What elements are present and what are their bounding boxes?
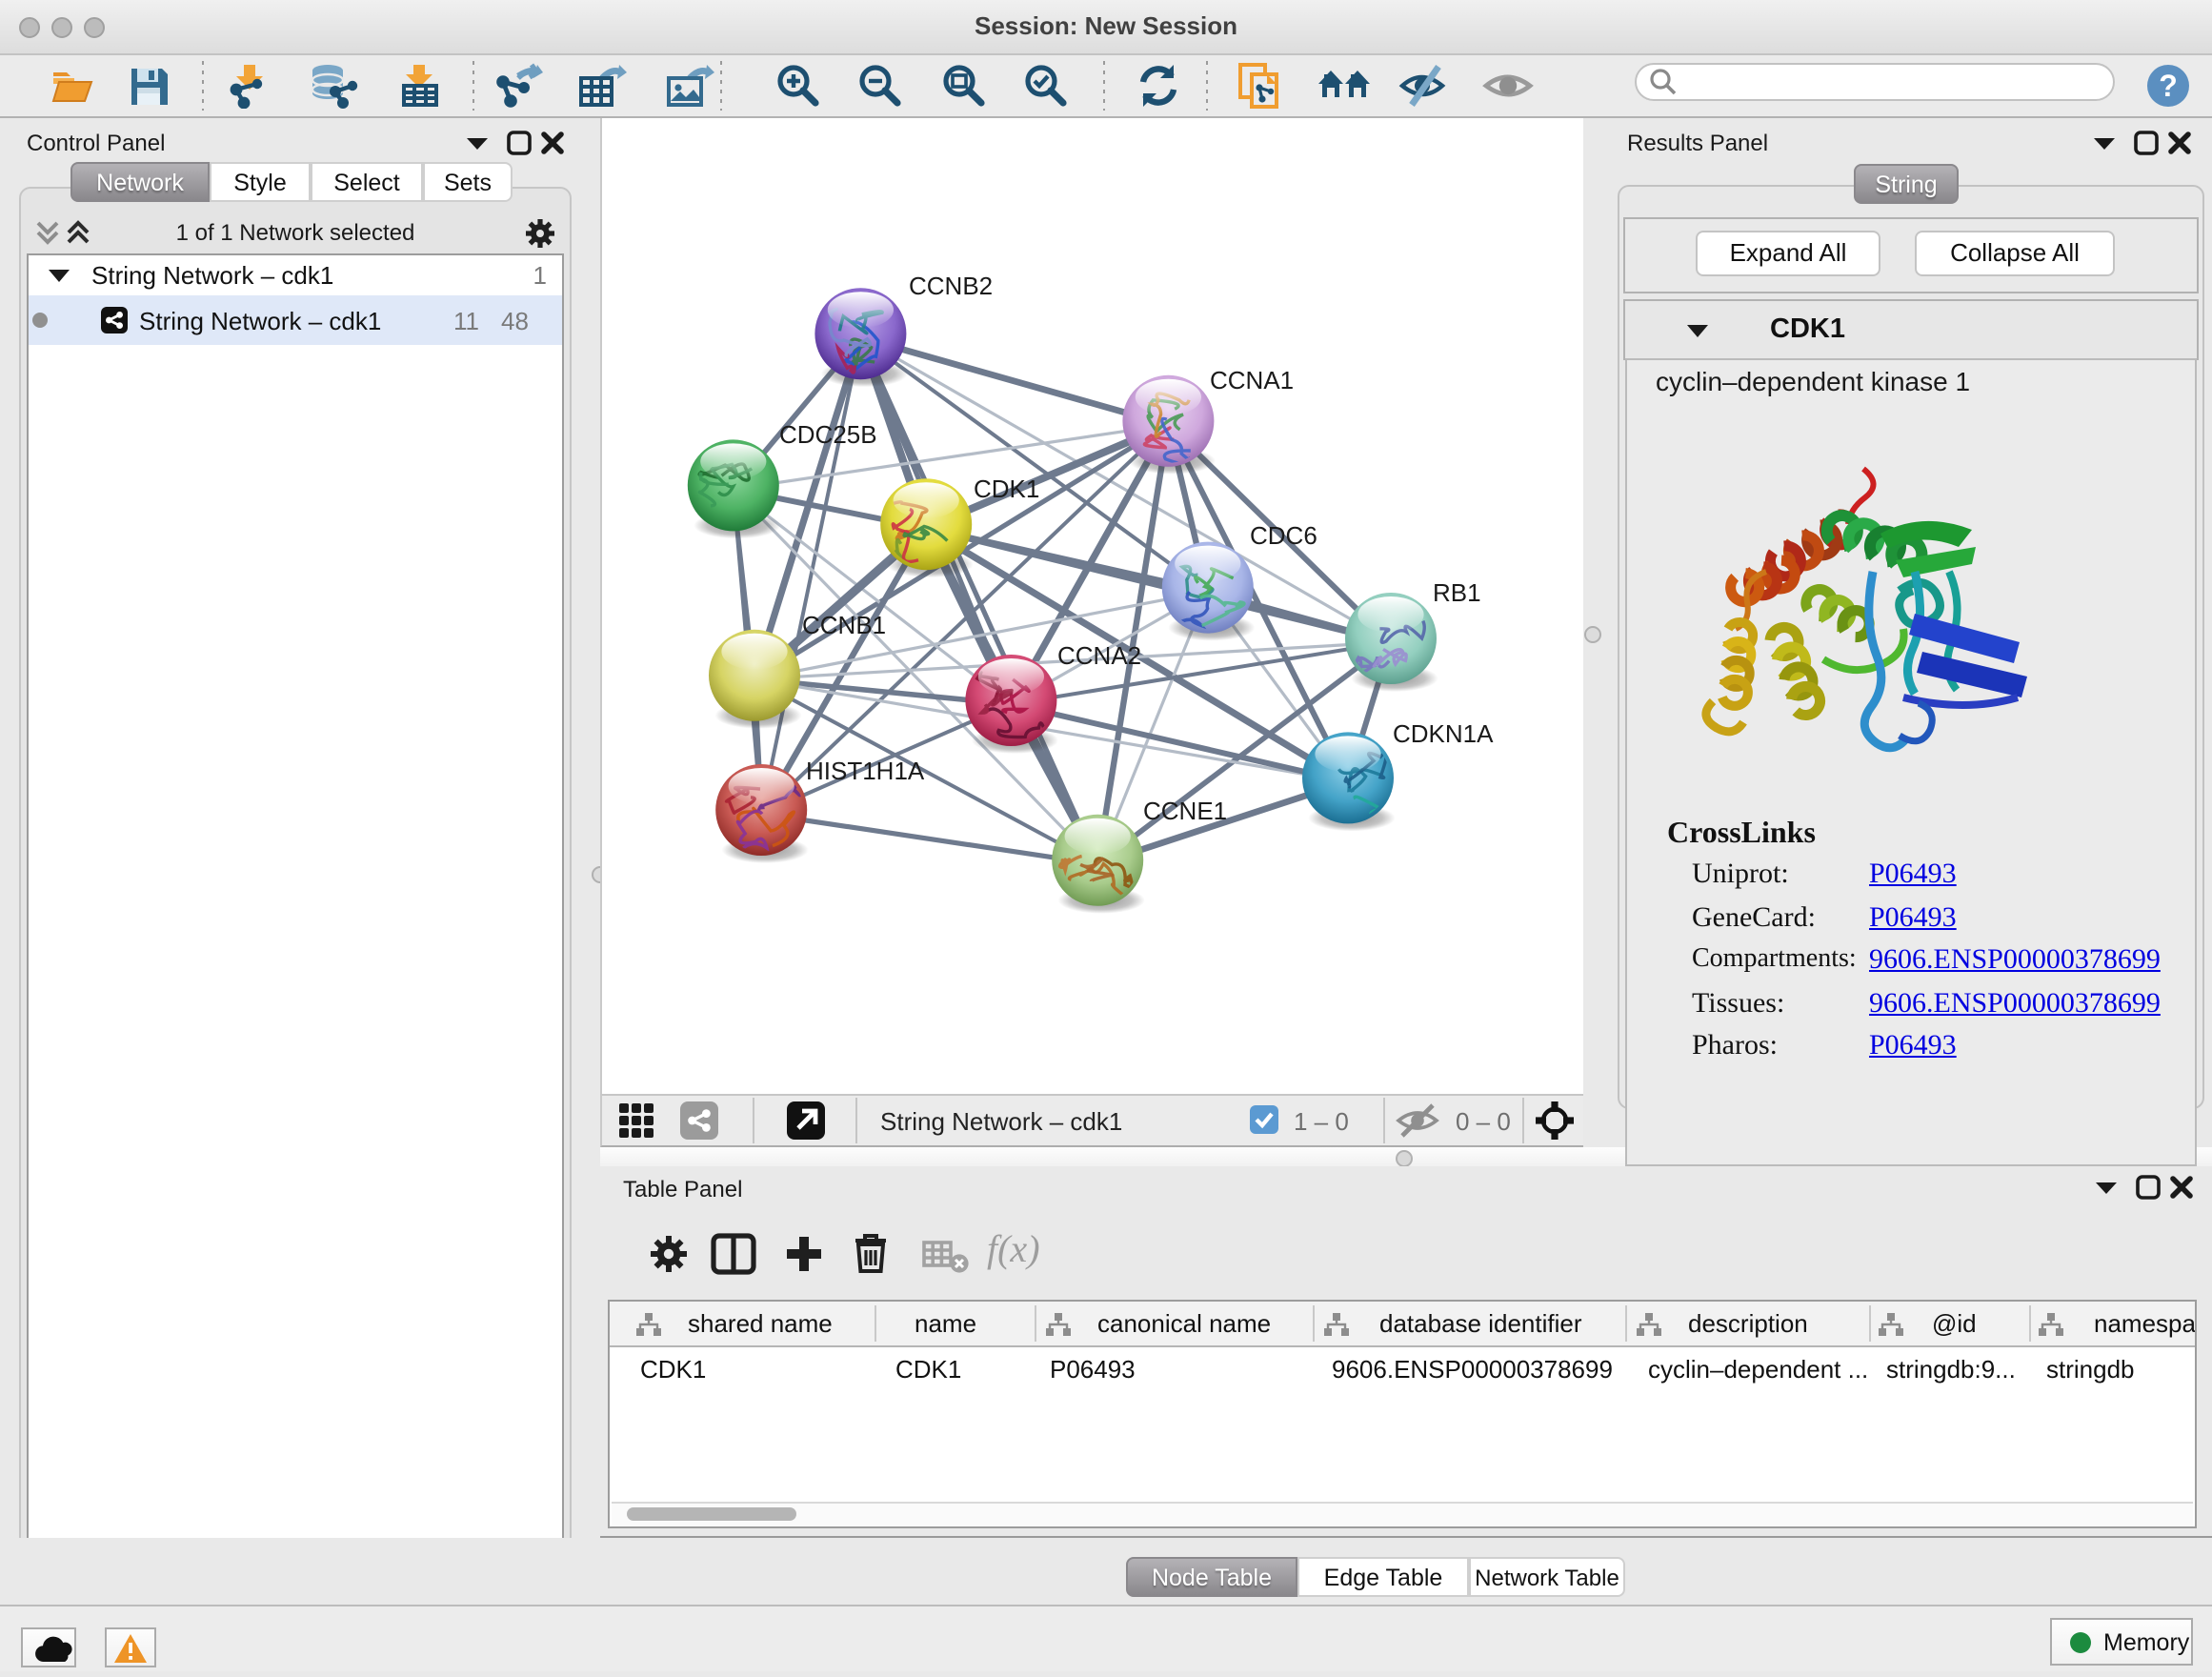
svg-text:CDC6: CDC6 [1250, 521, 1317, 550]
svg-text:CCNA1: CCNA1 [1210, 366, 1294, 394]
svg-text:RB1: RB1 [1433, 578, 1481, 607]
svg-text:CCNE1: CCNE1 [1143, 797, 1227, 825]
svg-text:CCNB2: CCNB2 [909, 272, 993, 300]
svg-text:CCNA2: CCNA2 [1057, 641, 1141, 670]
svg-text:CDKN1A: CDKN1A [1393, 719, 1494, 748]
svg-text:CDC25B: CDC25B [779, 420, 877, 449]
svg-text:CCNB1: CCNB1 [802, 611, 886, 639]
svg-text:?: ? [2159, 69, 2178, 103]
svg-text:HIST1H1A: HIST1H1A [806, 757, 925, 785]
svg-text:CDK1: CDK1 [974, 475, 1039, 503]
